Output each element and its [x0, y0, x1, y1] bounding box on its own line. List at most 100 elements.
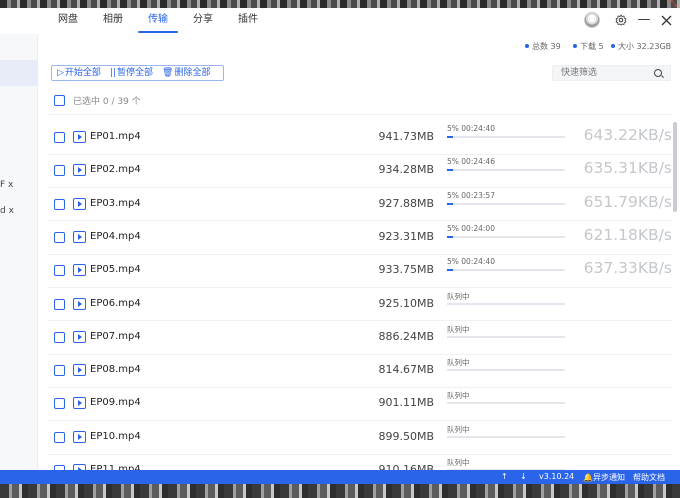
table-row[interactable]: EP09.mp4 901.11MB 队列中: [48, 387, 672, 420]
row-checkbox[interactable]: [54, 298, 65, 310]
video-file-icon: [73, 364, 86, 377]
table-row[interactable]: EP08.mp4 814.67MB 队列中: [48, 354, 672, 387]
progress-bar: [447, 302, 565, 305]
tab-share[interactable]: 分享: [193, 13, 213, 33]
search-icon[interactable]: [654, 69, 662, 77]
file-size: 927.88MB: [378, 196, 434, 210]
tab-album[interactable]: 相册: [103, 13, 123, 33]
summary-download: 下载 5: [573, 41, 604, 52]
table-row[interactable]: EP10.mp4 899.50MB 队列中: [48, 421, 672, 454]
video-file-icon: [73, 397, 86, 410]
table-row[interactable]: EP05.mp4 933.75MB 5% 00:24:40 637.33KB/s: [48, 254, 672, 287]
row-checkbox[interactable]: [54, 431, 65, 443]
progress-bar: [447, 235, 565, 238]
sidebar-fragment: F x: [0, 180, 14, 190]
help-docs-link[interactable]: 帮助文档: [633, 472, 665, 483]
video-file-icon: [73, 230, 86, 243]
divider: [48, 114, 672, 115]
scrollbar[interactable]: [673, 122, 677, 212]
search-input[interactable]: [561, 67, 651, 79]
video-file-icon: [73, 330, 86, 343]
tab-transfer[interactable]: 传输: [138, 13, 178, 33]
row-checkbox[interactable]: [54, 132, 65, 143]
delete-all-button[interactable]: 🗑删除全部: [157, 66, 214, 80]
file-name: EP01.mp4: [90, 131, 141, 142]
file-name: EP04.mp4: [90, 230, 141, 242]
video-file-icon: [73, 430, 86, 443]
transfer-speed: 651.79KB/s: [583, 192, 672, 211]
video-file-icon: [73, 197, 86, 210]
progress-bar: [447, 335, 565, 338]
progress-status: 队列中: [447, 358, 470, 368]
quick-filter: [552, 65, 671, 81]
trash-icon: 🗑: [162, 68, 174, 78]
file-size: 886.24MB: [378, 329, 434, 343]
corner-mark-icon: ⤡: [670, 0, 678, 9]
file-size: 925.10MB: [378, 296, 434, 310]
progress-fill: [447, 269, 453, 272]
file-name: EP03.mp4: [90, 197, 141, 209]
row-checkbox[interactable]: [54, 365, 65, 377]
table-row[interactable]: EP06.mp4 925.10MB 队列中: [48, 288, 672, 321]
select-all-checkbox[interactable]: [54, 95, 65, 106]
table-row[interactable]: EP01.mp4 941.73MB 5% 00:24:40 643.22KB/s: [48, 121, 672, 154]
progress-bar: [447, 202, 565, 205]
file-size: 934.28MB: [378, 163, 434, 177]
tab-netdisk[interactable]: 网盘: [58, 13, 78, 33]
table-row[interactable]: EP03.mp4 927.88MB 5% 00:23:57 651.79KB/s: [48, 188, 672, 221]
transfer-speed: 621.18KB/s: [583, 225, 672, 244]
avatar[interactable]: [584, 12, 600, 28]
file-name: EP08.mp4: [90, 364, 141, 376]
video-file-icon: [73, 264, 86, 277]
progress-status: 队列中: [447, 324, 470, 334]
progress-fill: [447, 136, 453, 138]
table-row[interactable]: EP04.mp4 923.31MB 5% 00:24:00 621.18KB/s: [48, 221, 672, 254]
row-checkbox[interactable]: [54, 398, 65, 410]
file-size: 933.75MB: [378, 263, 434, 277]
desktop-background-top: [0, 0, 680, 8]
start-all-button[interactable]: ▷开始全部: [52, 66, 105, 80]
sidebar-item-selected[interactable]: [0, 60, 38, 86]
summary-size: 大小 32.23GB: [611, 41, 671, 52]
progress-bar: [447, 402, 565, 405]
progress-bar: [447, 136, 565, 138]
summary-total: 总数 39: [525, 41, 561, 52]
desktop-background-bottom: [0, 484, 680, 498]
file-size: 941.73MB: [378, 130, 434, 143]
table-row[interactable]: EP02.mp4 934.28MB 5% 00:24:46 635.31KB/s: [48, 154, 672, 187]
file-name: EP05.mp4: [90, 264, 141, 276]
pause-all-button[interactable]: ||暂停全部: [105, 66, 157, 80]
row-checkbox[interactable]: [54, 331, 65, 343]
tab-plugins[interactable]: 插件: [238, 13, 258, 33]
table-row[interactable]: EP07.mp4 886.24MB 队列中: [48, 321, 672, 354]
row-checkbox[interactable]: [54, 265, 65, 277]
row-checkbox[interactable]: [54, 231, 65, 243]
file-name: EP10.mp4: [90, 430, 141, 442]
progress-status: 队列中: [447, 458, 470, 467]
progress-fill: [447, 169, 453, 172]
close-icon[interactable]: [657, 11, 675, 29]
progress-bar: [447, 269, 565, 272]
status-bar: ↑ ↓ v3.10.24 🔔异步通知 帮助文档: [0, 470, 680, 484]
download-icon[interactable]: ↓: [520, 472, 527, 481]
batch-toolbar: ▷开始全部 ||暂停全部 🗑删除全部: [51, 65, 224, 81]
gear-icon[interactable]: [612, 11, 630, 29]
row-checkbox[interactable]: [54, 198, 65, 210]
app-window: 网盘 相册 传输 分享 插件 — F x d x 总数 39 下载 5 大小 3…: [0, 8, 680, 484]
minimize-icon[interactable]: —: [635, 11, 653, 29]
progress-status: 5% 00:24:00: [447, 223, 495, 233]
progress-fill: [447, 235, 453, 238]
file-size: 901.11MB: [378, 396, 434, 410]
upload-icon[interactable]: ↑: [501, 472, 508, 481]
file-size: 923.31MB: [378, 229, 434, 243]
async-notify-button[interactable]: 🔔异步通知: [583, 472, 625, 483]
file-name: EP07.mp4: [90, 330, 141, 342]
dot-icon: [573, 44, 577, 48]
transfer-speed: 635.31KB/s: [583, 159, 672, 178]
row-checkbox[interactable]: [54, 165, 65, 177]
file-name: EP06.mp4: [90, 297, 141, 309]
video-file-icon: [73, 131, 86, 143]
selection-count: 已选中 0 / 39 个: [73, 97, 141, 107]
video-file-icon: [73, 297, 86, 310]
version-label: v3.10.24: [539, 472, 575, 481]
